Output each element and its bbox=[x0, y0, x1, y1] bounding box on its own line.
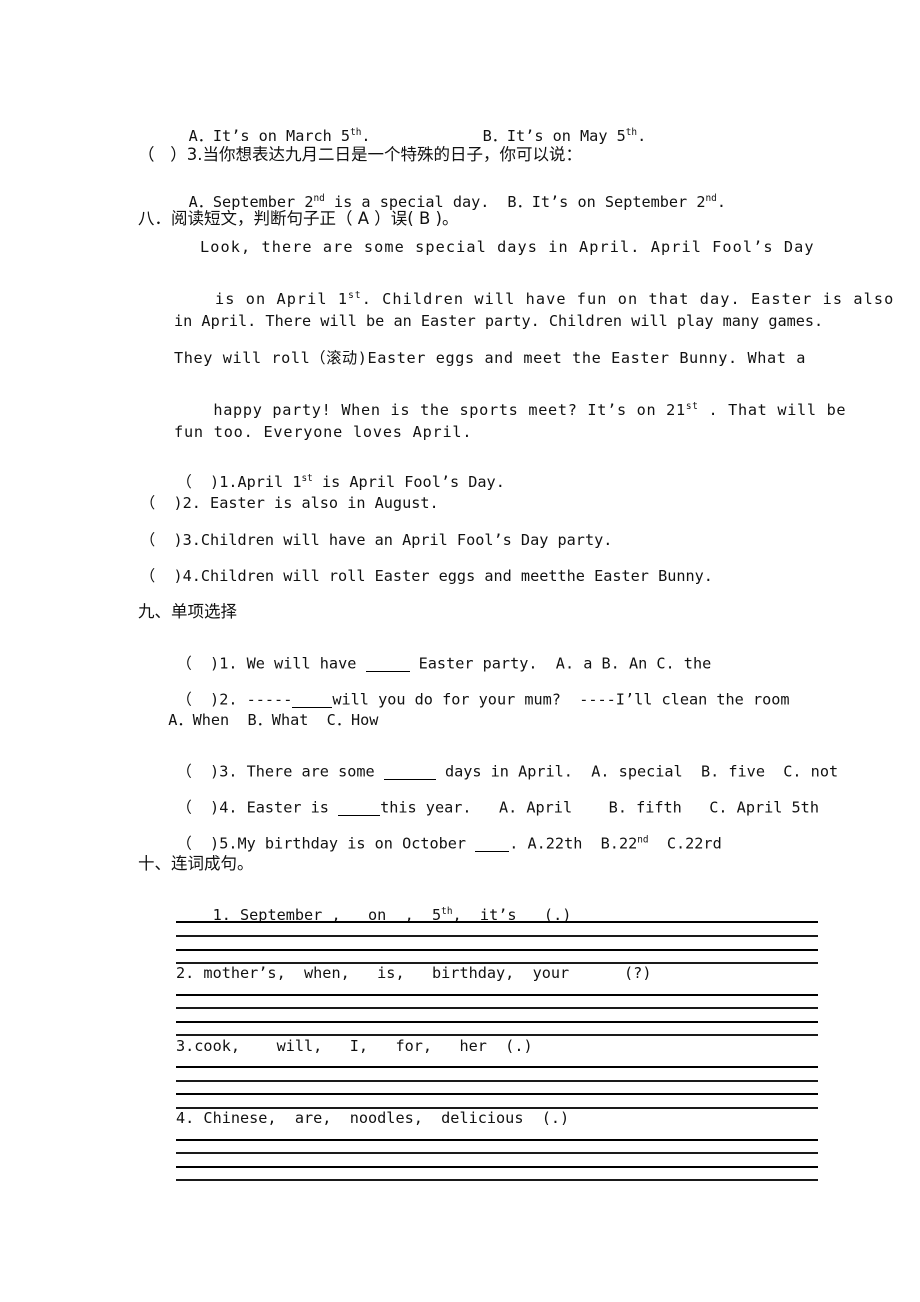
section-9-item-4-pre: （ )4. Easter is bbox=[176, 798, 339, 817]
passage-line-2-sup: st bbox=[348, 290, 362, 302]
section-10-item-3: 3.cook, will, I, for, her (.) bbox=[176, 1037, 533, 1055]
answer-rule[interactable] bbox=[176, 1152, 818, 1154]
q3-option-b-text: B．It’s on September 2 bbox=[507, 193, 706, 212]
section-9-item-5-pre: （ )5.My birthday is on October bbox=[176, 834, 476, 853]
passage-line-5-post: . That will be bbox=[698, 401, 847, 420]
section-10-heading: 十、连词成句。 bbox=[138, 854, 254, 873]
section-9-item-5-sup: nd bbox=[637, 834, 649, 846]
section-9-item-3-post: days in April. A. special B. five C. not bbox=[435, 762, 839, 781]
answer-rule[interactable] bbox=[176, 1034, 818, 1036]
carryover-choice-b-suffix: . bbox=[637, 127, 647, 146]
answer-rule[interactable] bbox=[176, 1093, 818, 1095]
section-9-item-1-pre: （ )1. We will have bbox=[176, 654, 366, 673]
passage-line-6: fun too. Everyone loves April. bbox=[174, 423, 473, 441]
section-9-item-1-post: Easter party. A. a B. An C. the bbox=[409, 654, 712, 673]
section-9-item-2-blank[interactable] bbox=[292, 692, 333, 708]
section-8-heading: 八．阅读短文，判断句子正（ A ）误( B )。 bbox=[138, 209, 459, 228]
answer-rule[interactable] bbox=[176, 1166, 818, 1168]
section-9-item-5-tail: C.22rd bbox=[648, 834, 722, 853]
passage-line-2-pre: is on April 1 bbox=[214, 290, 349, 309]
section-8-item-1-pre: （ )1.April 1 bbox=[176, 473, 302, 492]
q3-option-a-sup: nd bbox=[313, 193, 325, 205]
section-9-item-5-blank[interactable] bbox=[475, 836, 510, 852]
section-9-heading: 九、单项选择 bbox=[138, 602, 237, 621]
section-10-item-1: 1. September , on , 5th, it’s (.) bbox=[176, 893, 920, 939]
answer-rule[interactable] bbox=[176, 994, 818, 996]
section-9-item-2-post: will you do for your mum? ----I’ll clean… bbox=[332, 690, 790, 709]
section-8-item-1-sup: st bbox=[301, 473, 313, 485]
answer-rule[interactable] bbox=[176, 1179, 818, 1181]
section-8-item-4[interactable]: （ )4.Children will roll Easter eggs and … bbox=[140, 568, 900, 584]
carryover-choice-a-sup: th bbox=[350, 127, 362, 139]
answer-rule[interactable] bbox=[176, 1007, 818, 1009]
section-9-item-4-blank[interactable] bbox=[338, 800, 381, 816]
section-8-item-2[interactable]: （ )2. Easter is also in August. bbox=[140, 495, 900, 511]
section-10-item-4: 4. Chinese, are, noodles, delicious (.) bbox=[176, 1109, 570, 1127]
answer-rule[interactable] bbox=[176, 1139, 818, 1141]
q3-option-b-suffix: . bbox=[716, 193, 726, 212]
section-9-item-3-pre: （ )3. There are some bbox=[176, 762, 384, 781]
carryover-choice-a-suffix: . bbox=[361, 127, 371, 146]
carryover-choice-b-text: B．It’s on May 5 bbox=[482, 127, 626, 146]
section-8-item-1-post: is April Fool’s Day. bbox=[312, 473, 505, 492]
passage-line-5-pre: happy party! When is the sports meet? It… bbox=[213, 401, 686, 420]
section-9-item-4-post: this year. A. April B. fifth C. April 5t… bbox=[380, 798, 819, 817]
answer-rule[interactable] bbox=[176, 1066, 818, 1068]
passage-line-2-post: . Children will have fun on that day. Ea… bbox=[361, 290, 895, 309]
section-10-item-2: 2. mother’s, when, is, birthday, your (?… bbox=[176, 964, 652, 982]
section-9-item-3-blank[interactable] bbox=[383, 764, 436, 780]
q3-option-b-sup: nd bbox=[705, 193, 717, 205]
section-9-item-2-pre: （ )2. ----- bbox=[176, 690, 293, 709]
answer-rule[interactable] bbox=[176, 921, 818, 923]
answer-rule[interactable] bbox=[176, 1021, 818, 1023]
passage-line-4: They will roll（滚动)Easter eggs and meet t… bbox=[174, 349, 806, 367]
answer-rule[interactable] bbox=[176, 935, 818, 937]
carryover-question-3-stem: （ ）3.当你想表达九月二日是一个特殊的日子，你可以说： bbox=[138, 145, 582, 164]
section-10-item-1-sup: th bbox=[441, 906, 453, 918]
passage-line-3: in April. There will be an Easter party.… bbox=[174, 312, 824, 330]
passage-line-5-sup: st bbox=[685, 401, 699, 413]
worksheet-page: A．It’s on March 5th. B．It’s on May 5th. （… bbox=[0, 0, 920, 1302]
answer-rule[interactable] bbox=[176, 949, 818, 951]
section-9-item-5-post: . A.22th B.22 bbox=[509, 834, 638, 853]
answer-rule[interactable] bbox=[176, 1080, 818, 1082]
section-9-item-1-blank[interactable] bbox=[365, 656, 410, 672]
section-9-item-2-options[interactable]: A．When B．What C．How bbox=[150, 712, 910, 728]
carryover-choice-a-text: A．It’s on March 5 bbox=[188, 127, 351, 146]
passage-line-1: Look, there are some special days in Apr… bbox=[200, 238, 815, 256]
section-8-item-3[interactable]: （ )3.Children will have an April Fool’s … bbox=[140, 532, 900, 548]
carryover-choice-b-sup: th bbox=[625, 127, 638, 139]
